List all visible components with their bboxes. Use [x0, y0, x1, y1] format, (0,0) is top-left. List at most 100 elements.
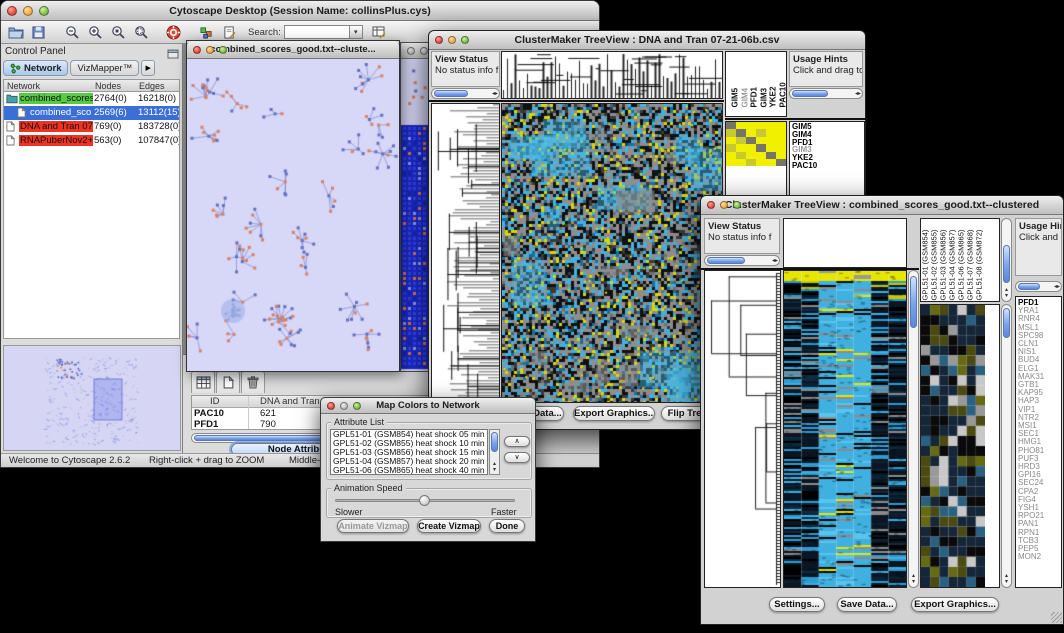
birdseye-view-canvas[interactable]: [4, 346, 180, 450]
page-tab-button[interactable]: [216, 371, 240, 393]
zoom-button[interactable]: [39, 6, 49, 16]
plugin-icon[interactable]: [196, 23, 217, 42]
minimize-button[interactable]: [340, 402, 348, 410]
close-button[interactable]: [435, 36, 443, 44]
move-up-button[interactable]: ∧: [504, 436, 530, 447]
matrix-cell[interactable]: [756, 152, 766, 159]
id-column-header[interactable]: ID: [210, 396, 220, 407]
zoom-vscrollbar[interactable]: ▴▾: [1001, 304, 1012, 588]
heatmap-vscrollbar[interactable]: ▴▾: [908, 270, 919, 588]
scroll-arrows[interactable]: ◂▸: [492, 91, 498, 97]
matrix-cell[interactable]: [736, 159, 746, 166]
matrix-cell[interactable]: [766, 159, 776, 166]
column-dendrogram-panel[interactable]: [783, 218, 907, 268]
dialog-titlebar[interactable]: Map Colors to Network: [321, 398, 535, 414]
matrix-cell[interactable]: [746, 137, 756, 144]
zoom-in-icon[interactable]: [84, 23, 105, 42]
button-save-data[interactable]: Save Data...: [837, 597, 897, 612]
matrix-cell[interactable]: [766, 152, 776, 159]
matrix-cell[interactable]: [736, 152, 746, 159]
zoom-button[interactable]: [219, 46, 227, 54]
scrollbar-thumb[interactable]: [792, 90, 828, 97]
row-dendrogram-panel[interactable]: [431, 103, 500, 403]
treeview2-titlebar[interactable]: ClusterMaker TreeView : combined_scores_…: [701, 196, 1063, 215]
matrix-cell[interactable]: [726, 159, 736, 166]
col-nodes[interactable]: Nodes: [95, 81, 121, 91]
correlation-matrix[interactable]: [726, 122, 786, 167]
tab-overflow-button[interactable]: ▶: [141, 60, 155, 76]
attribute-listbox[interactable]: GPL51-01 (GSM854) heat shock 05 minGPL51…: [330, 429, 488, 475]
matrix-cell[interactable]: [736, 122, 746, 129]
move-down-button[interactable]: ∨: [504, 452, 530, 463]
treeview1-titlebar[interactable]: ClusterMaker TreeView : DNA and Tran 07-…: [429, 31, 865, 50]
resize-grip[interactable]: [1051, 612, 1062, 623]
close-button[interactable]: [707, 201, 715, 209]
search-input[interactable]: [284, 25, 350, 39]
matrix-cell[interactable]: [756, 129, 766, 136]
scrollbar-thumb[interactable]: [434, 90, 468, 97]
scroll-arrows[interactable]: ◂▸: [772, 258, 778, 264]
network-list-row[interactable]: combined_sco2569(6)13112(15): [4, 106, 179, 120]
speed-slider-thumb[interactable]: [419, 495, 430, 506]
matrix-cell[interactable]: [756, 159, 766, 166]
scrollbar-thumb[interactable]: [707, 257, 745, 264]
minimize-button[interactable]: [206, 46, 214, 54]
col-network[interactable]: Network: [7, 81, 40, 91]
minimize-button[interactable]: [448, 36, 456, 44]
matrix-cell[interactable]: [766, 122, 776, 129]
network-overview-panel[interactable]: [3, 345, 181, 451]
scrollbar-thumb[interactable]: [910, 276, 917, 328]
close-button[interactable]: [193, 46, 201, 54]
scrollbar-thumb[interactable]: [1003, 245, 1010, 283]
trash-tab-button[interactable]: [241, 371, 265, 393]
scrollbar-thumb[interactable]: [1018, 283, 1040, 290]
close-button[interactable]: [407, 47, 415, 55]
zoom-button[interactable]: [461, 36, 469, 44]
scrollbar-thumb[interactable]: [491, 432, 498, 452]
matrix-cell[interactable]: [736, 144, 746, 151]
table-tab-button[interactable]: [191, 371, 215, 393]
column-dendrogram-panel[interactable]: [501, 51, 723, 99]
attribute-vscrollbar[interactable]: ▴▾: [489, 429, 500, 475]
button-create-vizmap[interactable]: Create Vizmap: [417, 519, 481, 533]
scroll-arrows[interactable]: ▴▾: [1002, 573, 1011, 585]
status-hscrollbar[interactable]: ◂▸: [431, 88, 500, 99]
col-edges[interactable]: Edges: [139, 81, 165, 91]
table-edit-icon[interactable]: [369, 23, 390, 42]
minimize-button[interactable]: [420, 47, 428, 55]
hints-hscrollbar[interactable]: ◂▸: [1015, 281, 1062, 292]
network-view-window[interactable]: combined_scores_good.txt--cluste...: [186, 40, 400, 372]
minimize-button[interactable]: [23, 6, 33, 16]
zoom-heatmap-panel[interactable]: [920, 304, 1000, 588]
row-dendrogram-canvas[interactable]: [705, 271, 780, 587]
dense-network-canvas[interactable]: [401, 59, 431, 371]
close-button[interactable]: [327, 402, 335, 410]
network-list-row[interactable]: DNA and Tran 07769(0)183728(0): [4, 120, 179, 134]
zoom-button[interactable]: [733, 201, 741, 209]
minimize-button[interactable]: [720, 201, 728, 209]
scrollbar-thumb[interactable]: [1003, 308, 1010, 338]
matrix-cell[interactable]: [726, 122, 736, 129]
matrix-cell[interactable]: [766, 137, 776, 144]
matrix-cell[interactable]: [776, 159, 786, 166]
matrix-cell[interactable]: [776, 137, 786, 144]
save-icon[interactable]: [28, 23, 49, 42]
matrix-cell[interactable]: [766, 144, 776, 151]
scroll-arrows[interactable]: ◂▸: [1054, 284, 1060, 290]
matrix-cell[interactable]: [746, 152, 756, 159]
button-export-graphics[interactable]: Export Graphics...: [573, 406, 655, 421]
matrix-cell[interactable]: [736, 129, 746, 136]
close-button[interactable]: [7, 6, 17, 16]
network-view-canvas[interactable]: [187, 59, 399, 371]
tab-vizmapper[interactable]: VizMapper™: [70, 60, 139, 76]
help-lifering-icon[interactable]: [163, 23, 184, 42]
matrix-cell[interactable]: [726, 137, 736, 144]
tab-network[interactable]: Network: [3, 60, 68, 76]
matrix-cell[interactable]: [756, 137, 766, 144]
global-heatmap-canvas[interactable]: [502, 104, 722, 402]
scroll-arrows[interactable]: ◂▸: [855, 91, 861, 97]
search-dropdown-arrow[interactable]: ▾: [350, 25, 363, 39]
matrix-cell[interactable]: [756, 144, 766, 151]
global-heatmap-panel[interactable]: [501, 103, 723, 403]
map-colors-dialog[interactable]: Map Colors to Network Attribute List GPL…: [320, 397, 536, 542]
